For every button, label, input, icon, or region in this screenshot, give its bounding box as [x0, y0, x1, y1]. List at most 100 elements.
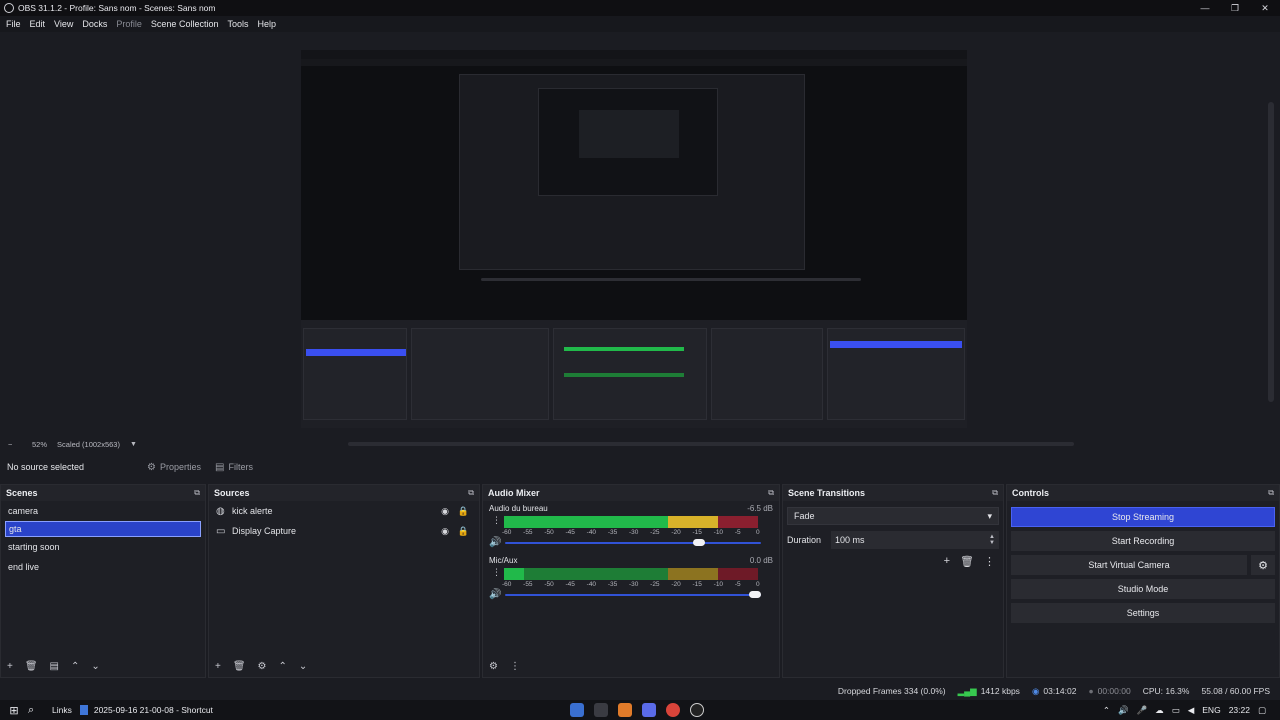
dock-float-icon[interactable]: ⧉: [992, 488, 998, 498]
lock-icon[interactable]: 🔒: [458, 506, 469, 517]
channel-menu-icon[interactable]: ⋮: [492, 568, 501, 577]
duration-input[interactable]: 100 ms ▲ ▼: [831, 531, 999, 549]
language-indicator[interactable]: ENG: [1202, 705, 1220, 715]
chrome-app-icon[interactable]: [666, 703, 680, 717]
filters-button[interactable]: ▤ Filters: [215, 462, 253, 473]
scene-filters-icon[interactable]: ▤: [50, 661, 59, 672]
menu-edit[interactable]: Edit: [30, 19, 46, 29]
windows-start-icon[interactable]: ⊞: [0, 704, 28, 717]
meter-tick-label: -40: [586, 529, 597, 536]
source-item-kick-alerte[interactable]: ◍ kick alerte ◉ 🔒: [209, 501, 479, 521]
zoom-out-button[interactable]: −: [8, 440, 18, 449]
menu-docks[interactable]: Docks: [82, 19, 107, 29]
transition-select[interactable]: Fade ▾: [787, 507, 999, 525]
properties-button[interactable]: ⚙ Properties: [147, 462, 201, 473]
meter-red-segment: [718, 522, 758, 528]
start-recording-button[interactable]: Start Recording: [1011, 531, 1275, 551]
tray-volume-icon[interactable]: ◀: [1188, 705, 1195, 716]
minimize-button[interactable]: —: [1190, 0, 1220, 16]
add-scene-icon[interactable]: +: [7, 661, 13, 672]
advanced-audio-gear-icon[interactable]: ⚙: [489, 661, 498, 672]
menu-view[interactable]: View: [54, 19, 73, 29]
scene-item-gta[interactable]: gta: [5, 521, 201, 537]
keyboard-app-icon[interactable]: [570, 703, 584, 717]
move-down-icon[interactable]: ⌄: [299, 661, 307, 672]
notification-icon[interactable]: ▢: [1258, 705, 1266, 716]
chevron-down-icon: ▾: [987, 510, 992, 521]
tray-chevron-icon[interactable]: ⌃: [1103, 705, 1110, 716]
dock-float-icon[interactable]: ⧉: [194, 488, 200, 498]
cpu-usage: CPU: 16.3%: [1142, 686, 1190, 696]
properties-label: Properties: [159, 462, 201, 472]
tray-speaker-icon[interactable]: 🔊: [1118, 705, 1129, 716]
start-virtual-camera-button[interactable]: Start Virtual Camera: [1011, 555, 1247, 575]
meter-tick-label: -25: [650, 581, 660, 588]
bitrate: 1412 kbps: [980, 686, 1020, 696]
volume-meter: [504, 568, 758, 580]
remove-scene-icon[interactable]: 🗑: [25, 661, 38, 672]
remove-source-icon[interactable]: 🗑: [233, 661, 246, 672]
spin-arrows-icon[interactable]: ▲ ▼: [989, 534, 995, 546]
clock[interactable]: 23:22: [1229, 705, 1250, 715]
menu-tools[interactable]: Tools: [227, 19, 248, 29]
meter-tick-label: -50: [544, 581, 554, 588]
tray-cloud-icon[interactable]: ☁: [1155, 705, 1164, 716]
source-item-display-capture[interactable]: ▭ Display Capture ◉ 🔒: [209, 521, 479, 541]
mixer-menu-icon[interactable]: ⋮: [510, 661, 520, 672]
volume-slider-knob[interactable]: [692, 539, 705, 546]
preview-canvas[interactable]: [301, 50, 967, 428]
source-properties-gear-icon[interactable]: ⚙: [258, 661, 267, 672]
channel-menu-icon[interactable]: ⋮: [492, 516, 501, 525]
menu-file[interactable]: File: [6, 19, 21, 29]
scene-item-camera[interactable]: camera: [1, 501, 205, 521]
move-up-icon[interactable]: ⌃: [279, 661, 287, 672]
explorer-app-icon[interactable]: [594, 703, 608, 717]
recording-time: 00:00:00: [1097, 686, 1131, 696]
preview-mirror-stop-streaming: [830, 341, 962, 348]
stop-streaming-button[interactable]: Stop Streaming: [1011, 507, 1275, 527]
tray-mic-icon[interactable]: 🎤: [1137, 705, 1148, 716]
add-source-icon[interactable]: +: [215, 661, 221, 672]
scale-dropdown-icon[interactable]: ▼: [130, 441, 137, 448]
menu-scene-collection[interactable]: Scene Collection: [151, 19, 219, 29]
search-icon[interactable]: ⌕: [28, 704, 46, 717]
virtual-camera-row: Start Virtual Camera ⚙: [1011, 555, 1275, 575]
menu-profile[interactable]: Profile: [116, 19, 142, 29]
add-transition-icon[interactable]: +: [944, 555, 950, 568]
scene-item-end-live[interactable]: end live: [1, 557, 205, 577]
scene-item-starting-soon[interactable]: starting soon: [1, 537, 205, 557]
volume-slider-knob[interactable]: [749, 591, 761, 598]
remove-transition-icon[interactable]: 🗑: [960, 555, 974, 568]
transition-menu-icon[interactable]: ⋮: [984, 555, 995, 568]
app-icon-orange[interactable]: [618, 703, 632, 717]
tray-network-icon[interactable]: ▭: [1172, 705, 1180, 716]
preview-horizontal-scrollbar[interactable]: [348, 442, 1074, 446]
virtual-camera-gear-icon[interactable]: ⚙: [1251, 555, 1275, 575]
move-down-icon[interactable]: ⌄: [91, 661, 99, 672]
dock-float-icon[interactable]: ⧉: [768, 488, 774, 498]
preview-vertical-scrollbar[interactable]: [1268, 102, 1274, 402]
obs-app-icon[interactable]: [690, 703, 704, 717]
meter-tick-label: -20: [671, 529, 681, 536]
menu-help[interactable]: Help: [257, 19, 276, 29]
volume-slider[interactable]: [505, 542, 761, 544]
dock-float-icon[interactable]: ⧉: [468, 488, 474, 498]
scene-transitions-dock: Scene Transitions ⧉ Fade ▾ Duration 100 …: [782, 484, 1004, 678]
meter-tick-label: -5: [734, 581, 741, 588]
speaker-icon[interactable]: 🔊: [489, 537, 501, 548]
visibility-eye-icon[interactable]: ◉: [441, 526, 449, 537]
dock-float-icon[interactable]: ⧉: [1268, 488, 1274, 498]
lock-icon[interactable]: 🔒: [458, 526, 469, 537]
taskbar-shortcut[interactable]: 2025-09-16 21-00-08 - Shortcut: [94, 705, 213, 715]
studio-mode-button[interactable]: Studio Mode: [1011, 579, 1275, 599]
volume-slider[interactable]: [505, 594, 761, 596]
visibility-eye-icon[interactable]: ◉: [441, 506, 449, 517]
meter-yellow-segment: [668, 522, 718, 528]
discord-app-icon[interactable]: [642, 703, 656, 717]
move-up-icon[interactable]: ⌃: [71, 661, 79, 672]
speaker-icon[interactable]: 🔊: [489, 589, 501, 600]
restore-button[interactable]: ❐: [1220, 0, 1250, 16]
settings-button[interactable]: Settings: [1011, 603, 1275, 623]
close-button[interactable]: ✕: [1250, 0, 1280, 16]
taskbar-links[interactable]: Links: [52, 705, 72, 715]
